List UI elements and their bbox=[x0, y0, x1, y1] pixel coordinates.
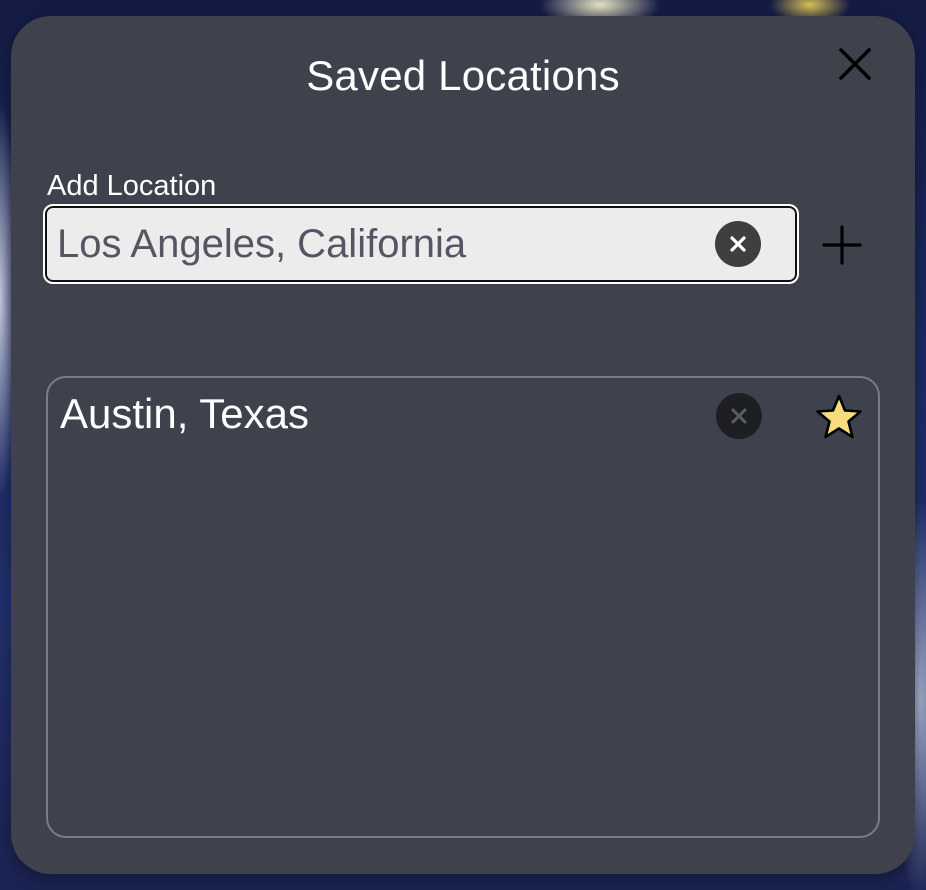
dialog-title: Saved Locations bbox=[306, 52, 620, 99]
saved-locations-list: Austin, Texas bbox=[46, 376, 880, 838]
saved-locations-dialog: Saved Locations Add Location Austin, Tex… bbox=[11, 16, 915, 874]
list-item[interactable]: Austin, Texas bbox=[48, 378, 878, 458]
plus-icon bbox=[822, 225, 862, 265]
star-icon bbox=[816, 394, 862, 439]
add-location-label: Add Location bbox=[47, 170, 217, 202]
close-button[interactable] bbox=[833, 42, 877, 86]
favorite-button[interactable] bbox=[814, 392, 864, 442]
clear-icon bbox=[730, 236, 746, 252]
add-location-field bbox=[43, 204, 799, 284]
remove-icon bbox=[731, 408, 747, 424]
remove-location-button[interactable] bbox=[716, 393, 762, 439]
add-location-button[interactable] bbox=[819, 222, 865, 268]
clear-input-button[interactable] bbox=[715, 221, 761, 267]
close-icon bbox=[839, 48, 871, 80]
location-name: Austin, Texas bbox=[60, 390, 310, 437]
add-location-input[interactable] bbox=[57, 214, 697, 274]
